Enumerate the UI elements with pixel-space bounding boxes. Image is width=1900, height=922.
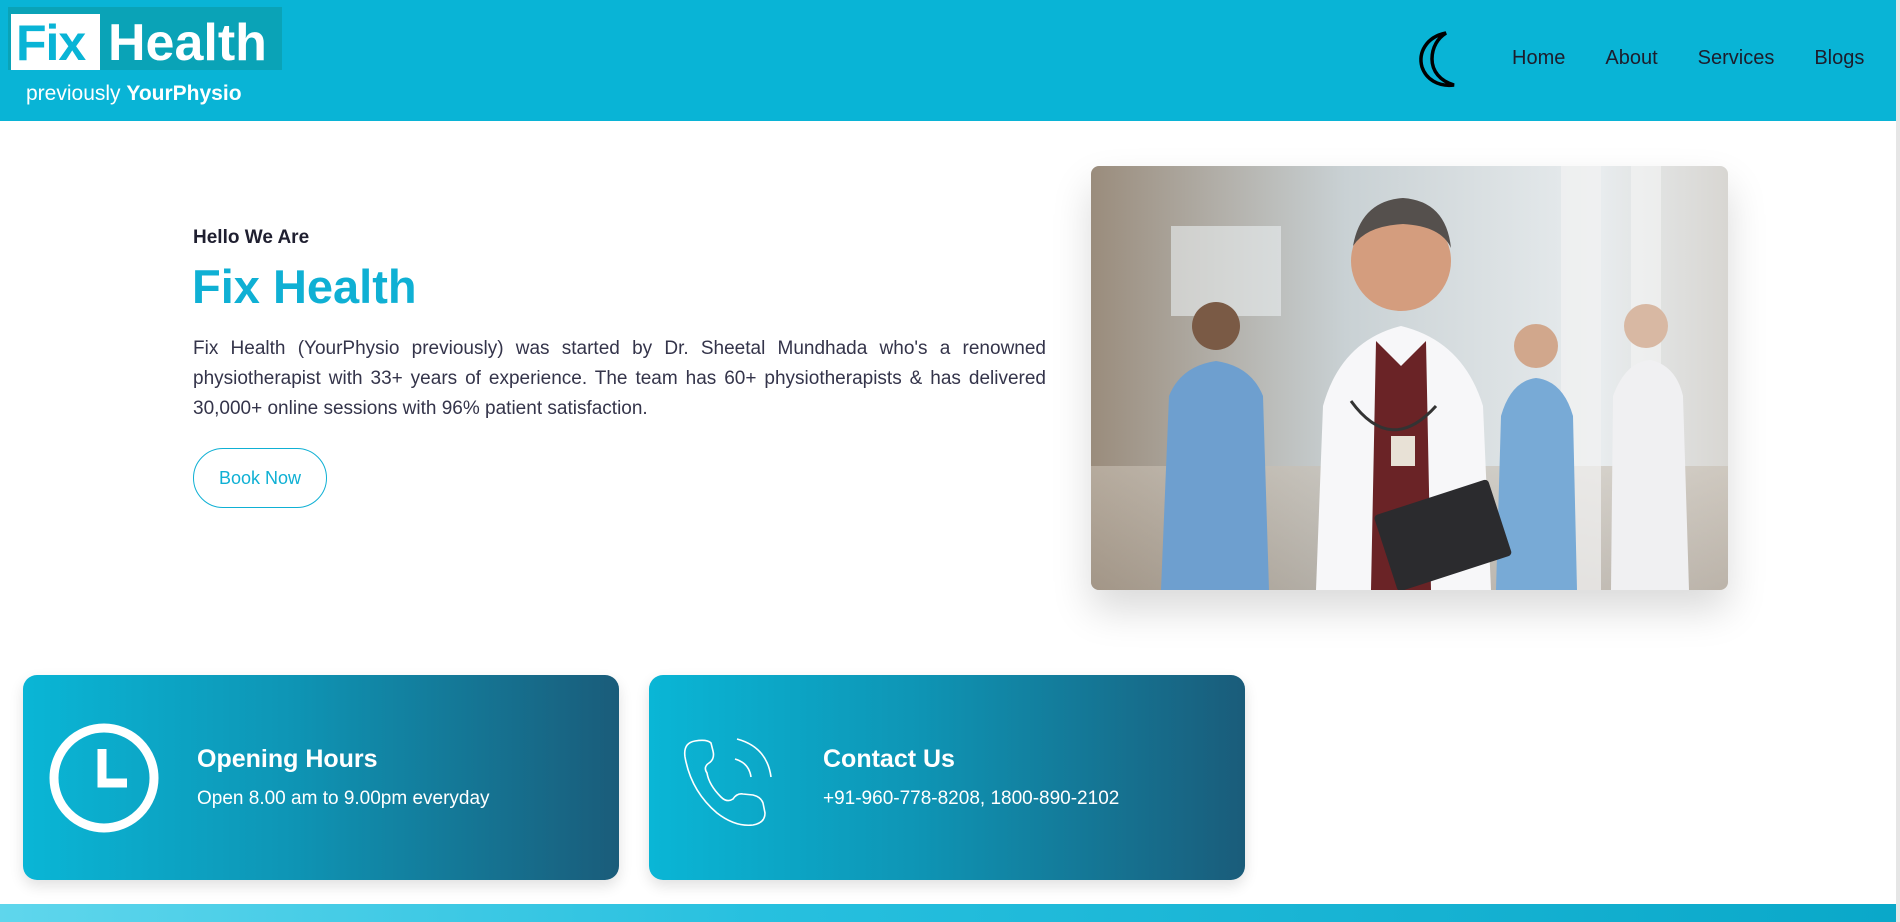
contact-us-card: Contact Us +91-960-778-8208, 1800-890-21… — [649, 675, 1245, 880]
contact-us-text: +91-960-778-8208, 1800-890-2102 — [823, 788, 1120, 809]
tagline-prefix: previously — [26, 82, 127, 105]
opening-hours-card: Opening Hours Open 8.00 am to 9.00pm eve… — [23, 675, 619, 880]
hero-description: Fix Health (YourPhysio previously) was s… — [193, 338, 1046, 419]
logo-fix-text: Fix — [16, 15, 86, 71]
page-scrollbar[interactable] — [1896, 0, 1900, 922]
book-now-button[interactable]: Book Now — [193, 448, 327, 508]
contact-us-title: Contact Us — [823, 745, 955, 773]
opening-hours-title: Opening Hours — [197, 745, 378, 773]
clock-icon — [49, 723, 159, 833]
navbar: Fix Health previously YourPhysio Home Ab… — [0, 0, 1896, 121]
hero-title: Fix Health — [192, 260, 417, 313]
moon-icon[interactable] — [1412, 29, 1462, 89]
brand-logo[interactable]: Fix Health — [8, 7, 282, 72]
nav-services[interactable]: Services — [1698, 47, 1775, 70]
tagline-name: YourPhysio — [126, 82, 242, 105]
bottom-gradient-bar — [0, 904, 1896, 922]
hero-kicker: Hello We Are — [193, 227, 310, 248]
nav-about[interactable]: About — [1605, 47, 1657, 70]
opening-hours-text: Open 8.00 am to 9.00pm everyday — [197, 788, 490, 809]
logo-health-text: Health — [108, 14, 267, 72]
primary-nav: Home About Services Blogs — [1512, 47, 1864, 70]
phone-icon — [683, 738, 772, 827]
brand-tagline: previously YourPhysio — [26, 82, 242, 106]
hero-doctor-photo — [1091, 166, 1728, 590]
nav-home[interactable]: Home — [1512, 47, 1565, 70]
nav-blogs[interactable]: Blogs — [1814, 47, 1864, 70]
